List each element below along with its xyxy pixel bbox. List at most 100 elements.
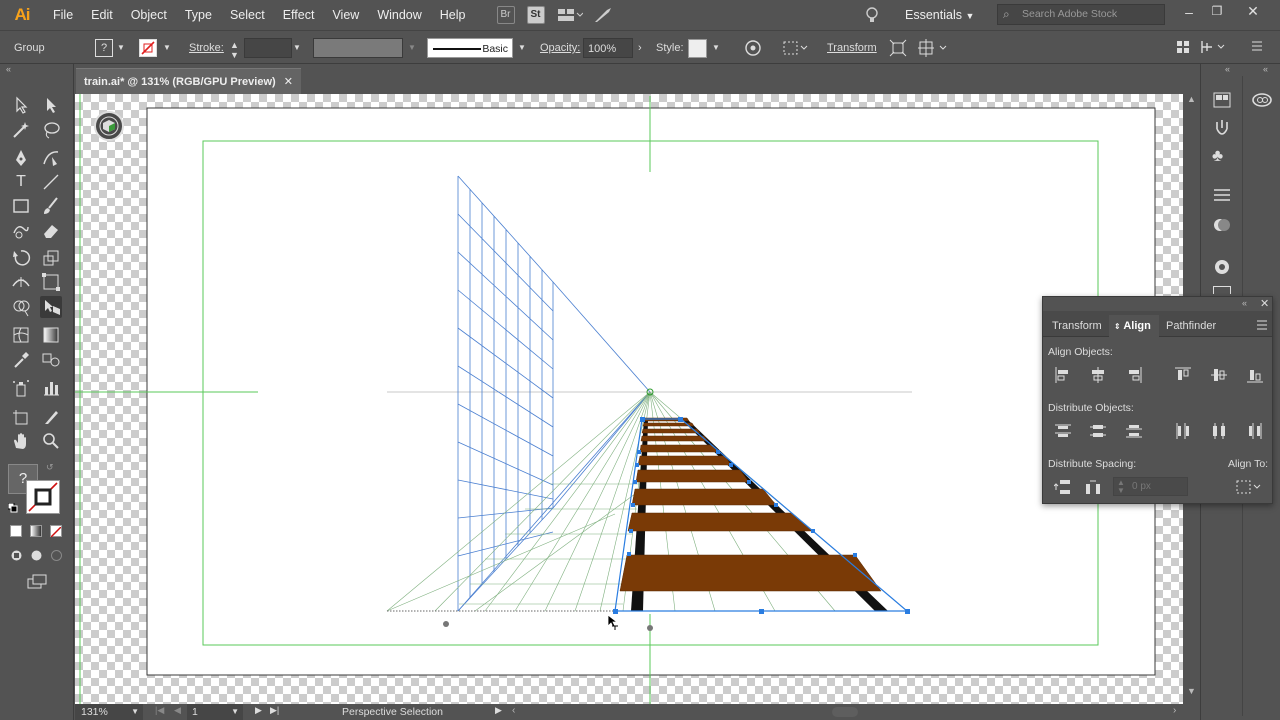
horizontal-align-left-icon[interactable] [1054, 366, 1072, 384]
arrange-documents-icon[interactable] [557, 7, 583, 23]
brush-chevron-icon[interactable]: ▼ [518, 38, 526, 58]
arrange-panels-icon[interactable] [1176, 39, 1190, 55]
menu-window[interactable]: Window [368, 0, 430, 30]
vertical-align-bottom-icon[interactable] [1246, 366, 1264, 384]
vertical-distribute-top-icon[interactable] [1054, 422, 1072, 440]
magic-wand-tool-icon[interactable] [10, 119, 32, 141]
artboard-number-field[interactable]: 1 ▼ [187, 704, 243, 720]
fill-swatch[interactable]: ? [95, 39, 113, 57]
horizontal-scrollbar-thumb[interactable] [832, 707, 858, 717]
color-mode-gradient-icon[interactable] [30, 525, 42, 537]
type-tool-icon[interactable]: T [10, 171, 32, 193]
eyedropper-tool-icon[interactable] [10, 349, 32, 371]
bridge-icon[interactable]: Br [496, 6, 515, 24]
mesh-tool-icon[interactable] [10, 324, 32, 346]
default-fill-stroke-icon[interactable] [7, 502, 18, 513]
color-mode-solid-icon[interactable] [10, 525, 22, 537]
perspective-selection-tool-icon[interactable] [40, 296, 62, 318]
expand-dock-icon[interactable]: « [1263, 64, 1268, 74]
curvature-tool-icon[interactable] [40, 147, 62, 169]
plane-switching-widget[interactable] [94, 111, 124, 141]
menu-help[interactable]: Help [431, 0, 475, 30]
isolate-group-icon[interactable] [889, 39, 907, 57]
horizontal-align-center-icon[interactable] [1089, 366, 1107, 384]
screen-mode-icon[interactable] [26, 574, 48, 590]
fill-dropdown-chevron-icon[interactable]: ▼ [117, 38, 125, 58]
perspective-options-icon[interactable] [918, 39, 948, 57]
restore-window-button[interactable]: ❐ [1208, 4, 1226, 22]
document-tab[interactable]: train.ai* @ 131% (RGB/GPU Preview) ✕ [76, 68, 301, 94]
workspace-switcher[interactable]: Essentials ▼ [905, 0, 974, 30]
draw-normal-icon[interactable] [10, 549, 23, 562]
scroll-up-icon[interactable]: ▲ [1187, 94, 1196, 104]
scale-tool-icon[interactable] [40, 247, 62, 269]
close-window-button[interactable]: ✕ [1244, 3, 1262, 21]
fill-stroke-widget[interactable]: ? ↺ [7, 462, 64, 518]
stroke-dropdown-chevron-icon[interactable]: ▼ [163, 38, 171, 58]
zoom-tool-icon[interactable] [40, 430, 62, 452]
swap-fill-stroke-icon[interactable]: ↺ [46, 462, 54, 473]
transform-link[interactable]: Transform [827, 38, 877, 58]
symbol-sprayer-tool-icon[interactable] [10, 377, 32, 399]
slice-tool-icon[interactable] [40, 406, 62, 428]
status-menu-icon[interactable]: ▶ [495, 705, 502, 716]
width-tool-icon[interactable] [10, 271, 32, 293]
draw-behind-icon[interactable] [30, 549, 43, 562]
shape-builder-tool-icon[interactable] [10, 296, 32, 318]
horizontal-align-right-icon[interactable] [1125, 366, 1143, 384]
collapse-dock-icon[interactable]: « [1225, 64, 1230, 74]
menu-type[interactable]: Type [176, 0, 221, 30]
align-to-selection-dropdown[interactable] [1235, 478, 1263, 496]
distribute-options-icon[interactable] [1200, 39, 1228, 55]
minimize-window-button[interactable]: – [1180, 4, 1198, 22]
gpu-performance-icon[interactable] [593, 6, 613, 24]
previous-artboard-icon[interactable]: ◀ [174, 705, 181, 716]
variable-width-profile-dropdown[interactable] [313, 38, 403, 58]
panel-close-icon[interactable]: ✕ [1260, 297, 1269, 310]
stroke-none-swatch[interactable] [26, 480, 60, 514]
vertical-distribute-bottom-icon[interactable] [1125, 422, 1143, 440]
zoom-level-field[interactable]: 131% ▼ [75, 704, 143, 720]
control-panel-menu-icon[interactable] [1250, 39, 1264, 53]
next-artboard-icon[interactable]: ▶ [255, 705, 262, 716]
style-chevron-icon[interactable]: ▼ [712, 38, 720, 58]
panel-menu-icon[interactable] [1256, 319, 1268, 330]
rotate-tool-icon[interactable] [10, 247, 32, 269]
vertical-align-top-icon[interactable] [1174, 366, 1192, 384]
selection-tool-icon[interactable] [10, 94, 32, 116]
vertical-align-center-icon[interactable] [1210, 366, 1228, 384]
rectangle-tool-icon[interactable] [10, 195, 32, 217]
shaper-tool-icon[interactable] [10, 219, 32, 241]
stroke-weight-chevron-icon[interactable]: ▼ [293, 38, 301, 58]
panel-collapse-icon[interactable]: « [1242, 298, 1247, 308]
stock-icon[interactable]: St [526, 6, 545, 24]
menu-object[interactable]: Object [122, 0, 176, 30]
libraries-icon[interactable] [1213, 92, 1231, 108]
puppet-warp-icon[interactable] [1213, 118, 1231, 140]
origin-handle[interactable] [647, 625, 653, 631]
tab-transform[interactable]: Transform [1052, 315, 1102, 337]
first-artboard-icon[interactable]: |◀ [155, 705, 164, 716]
stroke-weight-stepper-icon[interactable]: ▲ ▼ [230, 40, 239, 60]
free-transform-tool-icon[interactable] [40, 271, 62, 293]
opacity-label[interactable]: Opacity: [540, 38, 580, 58]
layers-partial-icon[interactable] [1213, 286, 1231, 294]
scroll-down-icon[interactable]: ▼ [1187, 686, 1196, 696]
menu-effect[interactable]: Effect [274, 0, 324, 30]
menu-view[interactable]: View [323, 0, 368, 30]
gradient-tool-icon[interactable] [40, 324, 62, 346]
graphic-style-swatch[interactable] [688, 39, 707, 58]
menu-select[interactable]: Select [221, 0, 274, 30]
menu-edit[interactable]: Edit [82, 0, 122, 30]
stroke-weight-input[interactable] [244, 38, 292, 58]
brush-definition-dropdown[interactable]: Basic [427, 38, 513, 58]
stroke-swatch[interactable] [139, 39, 157, 57]
artboard-tool-icon[interactable] [10, 406, 32, 428]
color-guide-icon[interactable] [1213, 258, 1231, 276]
align-to-selection-icon[interactable] [782, 39, 808, 57]
stock-search-input[interactable]: ⌕ Search Adobe Stock [997, 4, 1165, 25]
appearance-icon[interactable] [1213, 216, 1231, 234]
vertical-distribute-center-icon[interactable] [1089, 422, 1107, 440]
blend-tool-icon[interactable] [40, 349, 62, 371]
pen-tool-icon[interactable] [10, 147, 32, 169]
